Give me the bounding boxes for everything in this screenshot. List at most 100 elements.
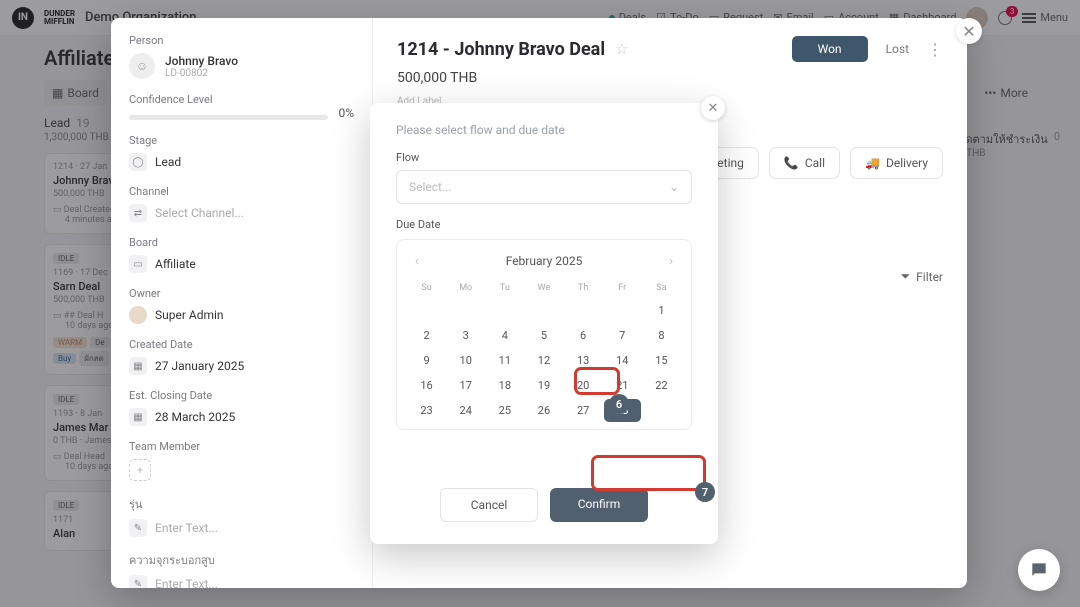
stage-label: Stage [129, 134, 354, 147]
custom2-label: ความจุกระบอกสูบ [129, 551, 354, 569]
calendar-empty [565, 299, 602, 322]
created-value: ▦27 January 2025 [129, 357, 354, 375]
calendar-day[interactable]: 24 [447, 399, 484, 422]
calendar-empty [525, 299, 562, 322]
delivery-button[interactable]: 🚚Delivery [850, 147, 943, 179]
calendar-day[interactable]: 5 [525, 324, 562, 347]
calendar-next-button[interactable]: › [665, 250, 677, 272]
team-label: Team Member [129, 440, 354, 453]
deal-title: 1214 - Johnny Bravo Deal [397, 39, 605, 60]
calendar-day[interactable]: 19 [525, 374, 562, 397]
confirm-button[interactable]: Confirm [550, 488, 648, 522]
close-modal-button[interactable]: ✕ [956, 18, 982, 44]
edit-icon: ✎ [129, 519, 147, 537]
annotation-badge-7: 7 [695, 482, 715, 502]
calendar-day[interactable]: 23 [408, 399, 445, 422]
created-label: Created Date [129, 338, 354, 351]
person-id: LD-00802 [165, 68, 238, 79]
calendar-day[interactable]: 22 [643, 374, 680, 397]
flow-placeholder: Select... [409, 180, 451, 194]
won-button[interactable]: Won [792, 36, 868, 62]
stage-icon: ◯ [129, 153, 147, 171]
confidence-label: Confidence Level [129, 93, 354, 106]
calendar-day[interactable]: 1 [643, 299, 680, 322]
due-date-label: Due Date [396, 218, 692, 231]
chevron-down-icon: ⌄ [669, 180, 679, 194]
person-row[interactable]: ☺ Johnny Bravo LD-00802 [129, 53, 354, 79]
channel-icon: ⇄ [129, 204, 147, 222]
person-avatar-icon: ☺ [129, 53, 155, 79]
calendar-day[interactable]: 14 [604, 349, 641, 372]
calendar-dow: Sa [642, 278, 681, 298]
confidence-value: 0% [338, 106, 354, 120]
closing-label: Est. Closing Date [129, 389, 354, 402]
calendar-empty [604, 299, 641, 322]
cancel-button[interactable]: Cancel [440, 488, 538, 522]
calendar-prev-button[interactable]: ‹ [411, 250, 423, 272]
add-team-member-button[interactable]: + [129, 459, 151, 481]
calendar-day[interactable]: 10 [447, 349, 484, 372]
chat-icon [1029, 560, 1049, 580]
deal-more-menu[interactable]: ⋮ [927, 40, 943, 59]
calendar-day[interactable]: 3 [447, 324, 484, 347]
closing-value[interactable]: ▦28 March 2025 [129, 408, 354, 426]
calendar-day[interactable]: 16 [408, 374, 445, 397]
stage-value[interactable]: ◯Lead [129, 153, 354, 171]
calendar-day[interactable]: 9 [408, 349, 445, 372]
deal-amount: 500,000 THB [397, 70, 943, 86]
board-label: Board [129, 236, 354, 249]
custom1-input[interactable]: ✎Enter Text... [129, 519, 354, 537]
lost-button[interactable]: Lost [876, 36, 919, 62]
calendar-day[interactable]: 13 [565, 349, 602, 372]
calendar-day[interactable]: 8 [643, 324, 680, 347]
call-button[interactable]: 📞Call [769, 147, 840, 179]
calendar-dow: Th [564, 278, 603, 298]
calendar-day[interactable]: 2 [408, 324, 445, 347]
annotation-badge-6: 6 [609, 394, 629, 414]
person-name: Johnny Bravo [165, 54, 238, 68]
calendar-dow: Tu [485, 278, 524, 298]
flow-select[interactable]: Select... ⌄ [396, 170, 692, 204]
calendar: ‹ February 2025 › SuMoTuWeThFrSa12345678… [396, 239, 692, 430]
favorite-star-icon[interactable]: ☆ [615, 40, 628, 58]
calendar-day[interactable]: 18 [486, 374, 523, 397]
calendar-day[interactable]: 17 [447, 374, 484, 397]
dialog-title: Please select flow and due date [396, 123, 692, 137]
custom2-input[interactable]: ✎Enter Text... [129, 575, 354, 588]
dialog-close-button[interactable]: ✕ [701, 96, 725, 120]
calendar-empty [486, 299, 523, 322]
calendar-day[interactable]: 26 [525, 399, 562, 422]
calendar-empty [447, 299, 484, 322]
calendar-icon: ▦ [129, 408, 147, 426]
flow-label: Flow [396, 151, 692, 164]
calendar-day[interactable]: 7 [604, 324, 641, 347]
calendar-day[interactable]: 12 [525, 349, 562, 372]
calendar-month: February 2025 [506, 254, 583, 268]
calendar-day[interactable]: 25 [486, 399, 523, 422]
calendar-grid: SuMoTuWeThFrSa12345678910111213141516171… [407, 278, 681, 423]
edit-icon: ✎ [129, 575, 147, 588]
calendar-dow: Su [407, 278, 446, 298]
calendar-day[interactable]: 21 [604, 374, 641, 397]
calendar-day[interactable]: 6 [565, 324, 602, 347]
calendar-dow: We [524, 278, 563, 298]
channel-select[interactable]: ⇄Select Channel... [129, 204, 354, 222]
board-icon: ▭ [129, 255, 147, 273]
owner-value[interactable]: Super Admin [129, 306, 354, 324]
custom1-label: รุ่น [129, 495, 354, 513]
calendar-empty [643, 399, 680, 422]
confidence-slider[interactable] [129, 115, 328, 120]
owner-avatar-icon [129, 306, 147, 324]
calendar-day[interactable]: 20 [565, 374, 602, 397]
calendar-day[interactable]: 15 [643, 349, 680, 372]
chat-launcher-button[interactable] [1018, 549, 1060, 591]
person-label: Person [129, 34, 354, 47]
channel-label: Channel [129, 185, 354, 198]
calendar-dow: Fr [603, 278, 642, 298]
calendar-day[interactable]: 27 [565, 399, 602, 422]
truck-icon: 🚚 [865, 156, 880, 170]
calendar-day[interactable]: 11 [486, 349, 523, 372]
filter-icon: ⏷ [901, 269, 911, 284]
board-value[interactable]: ▭Affiliate [129, 255, 354, 273]
calendar-day[interactable]: 4 [486, 324, 523, 347]
